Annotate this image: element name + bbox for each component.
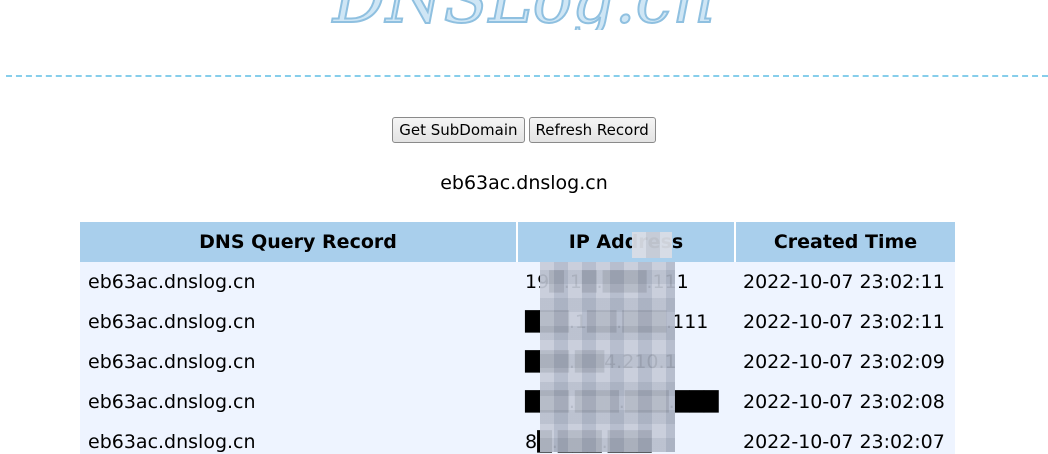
logo-text: DNSLog.cn <box>332 0 715 30</box>
time-cell: 2022-10-07 23:02:11 <box>735 302 955 342</box>
subdomain-text: eb63ac.dnslog.cn <box>440 172 608 194</box>
dnslog-logo: DNSLog.cn <box>0 0 1048 30</box>
record-cell: eb63ac.dnslog.cn <box>80 342 517 382</box>
table-row: eb63ac.dnslog.cn 19█.1█.███.111 2022-10-… <box>80 262 955 302</box>
table-header-row: DNS Query Record IP Address Created Time <box>80 221 955 262</box>
page: DNSLog.cn Get SubDomain Refresh Record e… <box>0 0 1048 454</box>
record-cell: eb63ac.dnslog.cn <box>80 422 517 454</box>
record-cell: eb63ac.dnslog.cn <box>80 262 517 302</box>
dashed-divider <box>6 75 1048 77</box>
refresh-record-button[interactable]: Refresh Record <box>528 117 656 143</box>
record-cell: eb63ac.dnslog.cn <box>80 302 517 342</box>
table-row: eb63ac.dnslog.cn ███.███.███.███ 2022-10… <box>80 382 955 422</box>
time-cell: 2022-10-07 23:02:11 <box>735 262 955 302</box>
time-cell: 2022-10-07 23:02:07 <box>735 422 955 454</box>
time-cell: 2022-10-07 23:02:08 <box>735 382 955 422</box>
dnslog-logo-image: DNSLog.cn <box>331 0 716 30</box>
table-row: eb63ac.dnslog.cn 8█.███.███ 2022-10-07 2… <box>80 422 955 454</box>
dns-records-table: DNS Query Record IP Address Created Time… <box>80 221 955 454</box>
header-created-time: Created Time <box>734 221 955 262</box>
table-row: eb63ac.dnslog.cn ███.██4.210.1 2022-10-0… <box>80 342 955 382</box>
get-subdomain-button[interactable]: Get SubDomain <box>392 117 525 143</box>
table-row: eb63ac.dnslog.cn ███.1██.███.111 2022-10… <box>80 302 955 342</box>
header-dns-query-record: DNS Query Record <box>80 221 517 262</box>
record-cell: eb63ac.dnslog.cn <box>80 382 517 422</box>
header-ip-address: IP Address <box>516 221 735 262</box>
button-row: Get SubDomain Refresh Record <box>0 117 1048 143</box>
ip-redaction-overlay <box>632 232 672 258</box>
ip-redaction-overlay <box>540 262 675 452</box>
time-cell: 2022-10-07 23:02:09 <box>735 342 955 382</box>
